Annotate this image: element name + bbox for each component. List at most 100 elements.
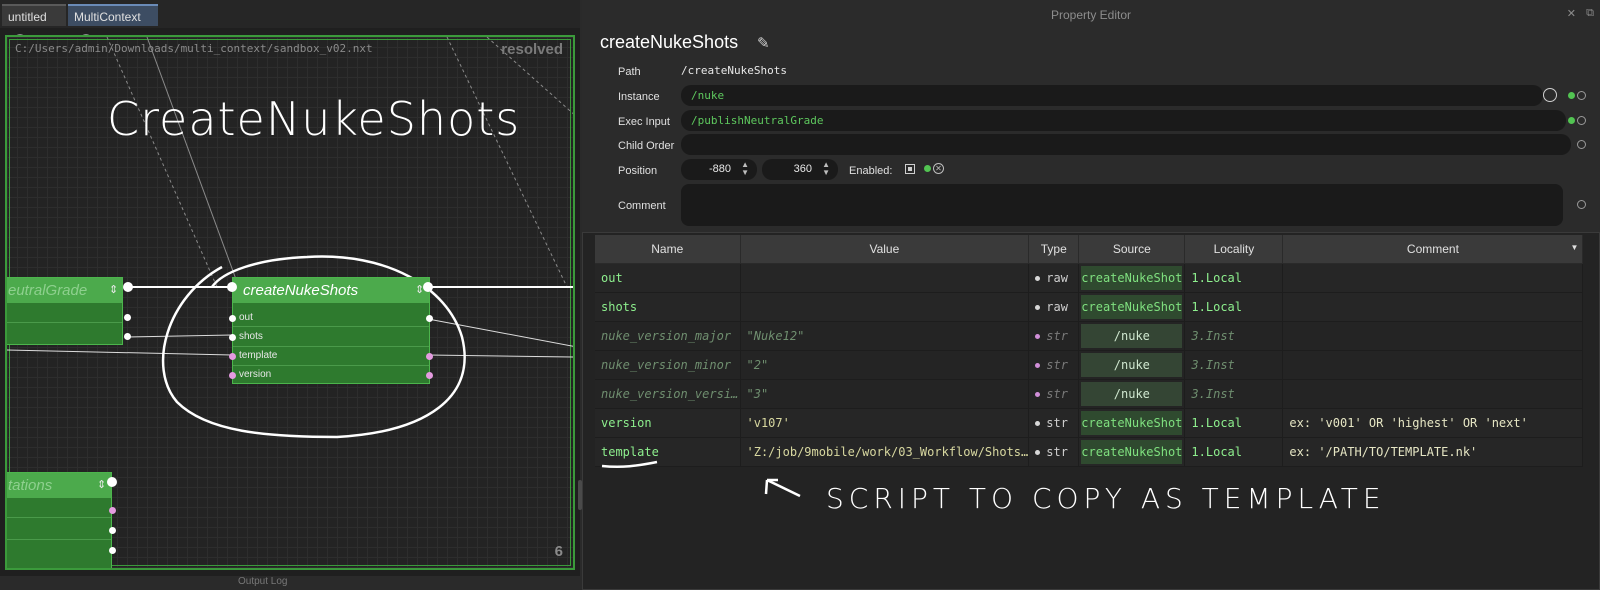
cell-type[interactable]: str [1028,350,1080,380]
instance-revert-icon[interactable] [1577,91,1586,100]
exec-out-port[interactable] [107,477,117,487]
table-row[interactable]: nuke_version_versi… "3" str/nuke 3.Inst [595,379,1584,409]
comment-revert-icon[interactable] [1577,200,1586,209]
cell-comment[interactable] [1282,350,1584,380]
output-log-strip[interactable]: Output Log [0,576,580,590]
column-header-comment[interactable]: Comment ▼ [1282,235,1584,264]
attr-in-port[interactable] [229,315,236,322]
attr-out-port[interactable] [426,372,433,379]
cell-locality[interactable]: 3.Inst [1184,321,1284,351]
instance-field[interactable]: /nuke [681,85,1543,106]
child-order-revert-icon[interactable] [1577,140,1586,149]
column-header-type[interactable]: Type [1028,235,1080,264]
column-header-locality[interactable]: Locality [1184,235,1284,264]
attr-out-port[interactable] [426,315,433,322]
tab-untitled[interactable]: untitled✕ [2,4,66,46]
attr-out-port[interactable] [426,353,433,360]
cell-value[interactable] [740,292,1030,322]
attr-out-port[interactable] [109,547,116,554]
node-neutral-grade[interactable]: eutralGrade ⇕ [7,277,123,345]
edit-name-icon[interactable]: ✎ [757,34,770,52]
attr-out-port[interactable] [109,507,116,514]
table-row[interactable]: shots raw createNukeShot 1.Local [595,292,1584,322]
spin-arrows-icon[interactable]: ▲ ▼ [822,161,830,177]
node-info-icon[interactable]: ⇕ [97,478,106,491]
attr-in-port[interactable] [229,353,236,360]
cell-source[interactable]: createNukeShot [1078,437,1186,467]
cell-value[interactable] [740,263,1030,293]
node-graph-canvas[interactable]: C:/Users/admin/Downloads/multi_context/s… [5,35,575,570]
cell-name[interactable]: nuke_version_major [595,321,741,351]
cell-name[interactable]: nuke_version_versi… [595,379,741,409]
table-row[interactable]: out raw createNukeShot 1.Local [595,263,1584,293]
cell-value[interactable]: "3" [740,379,1030,409]
target-picker-icon[interactable] [1543,88,1557,102]
cell-comment[interactable] [1282,321,1584,351]
enabled-checkbox[interactable] [905,164,915,174]
table-row[interactable]: nuke_version_minor "2" str/nuke 3.Inst [595,350,1584,380]
cell-source[interactable]: createNukeShot [1078,408,1186,438]
undock-icon[interactable]: ⧉ [1586,7,1594,20]
cell-locality[interactable]: 1.Local [1184,408,1284,438]
exec-out-port[interactable] [123,282,133,292]
column-menu-icon[interactable]: ▼ [1571,243,1579,252]
cell-locality[interactable]: 1.Local [1184,263,1284,293]
attr-out-port[interactable] [109,527,116,534]
column-header-value[interactable]: Value [740,235,1030,264]
cell-name[interactable]: template [595,437,741,467]
cell-value[interactable]: "Nuke12" [740,321,1030,351]
column-header-source[interactable]: Source [1078,235,1186,264]
position-x-spinbox[interactable]: -880 ▲ ▼ [681,159,757,180]
cell-name[interactable]: shots [595,292,741,322]
exec-input-revert-icon[interactable] [1577,116,1586,125]
cell-value[interactable]: 'v107' [740,408,1030,438]
node-info-icon[interactable]: ⇕ [109,283,118,296]
close-panel-icon[interactable]: ✕ [1567,7,1576,20]
cell-source[interactable]: createNukeShot [1078,263,1186,293]
cell-source[interactable]: /nuke [1078,350,1186,380]
cell-value[interactable]: "2" [740,350,1030,380]
exec-out-port[interactable] [423,282,433,292]
attr-out: out [239,312,253,323]
cell-type[interactable]: str [1028,408,1080,438]
node-rotations[interactable]: tations ⇕ [7,472,112,568]
cell-type[interactable]: raw [1028,263,1080,293]
comment-textarea[interactable] [681,184,1563,226]
cell-value[interactable]: 'Z:/job/9mobile/work/03_Workflow/Shots… [740,437,1030,467]
cell-comment[interactable] [1282,379,1584,409]
cell-comment[interactable] [1282,292,1584,322]
node-create-nuke-shots[interactable]: createNukeShots ⇕ out shots template ver… [232,277,430,384]
attr-out-port[interactable] [124,333,131,340]
attr-in-port[interactable] [229,372,236,379]
attr-out-port[interactable] [124,314,131,321]
tab-multicontext[interactable]: MultiContext✕ [68,4,158,46]
cell-source[interactable]: createNukeShot [1078,292,1186,322]
table-row[interactable]: template 'Z:/job/9mobile/work/03_Workflow… [595,437,1584,467]
cell-comment[interactable]: ex: 'v001' OR 'highest' OR 'next' [1282,408,1584,438]
cell-locality[interactable]: 1.Local [1184,292,1284,322]
cell-locality[interactable]: 3.Inst [1184,379,1284,409]
cell-name[interactable]: out [595,263,741,293]
cell-comment[interactable] [1282,263,1584,293]
enabled-revert-icon[interactable]: ✕ [933,163,944,174]
spin-arrows-icon[interactable]: ▲ ▼ [741,161,749,177]
cell-comment[interactable]: ex: '/PATH/TO/TEMPLATE.nk' [1282,437,1584,467]
exec-in-port[interactable] [227,282,237,292]
cell-locality[interactable]: 1.Local [1184,437,1284,467]
cell-type[interactable]: str [1028,321,1080,351]
exec-input-field[interactable]: /publishNeutralGrade [681,110,1566,131]
cell-type[interactable]: str [1028,379,1080,409]
attr-in-port[interactable] [229,334,236,341]
cell-source[interactable]: /nuke [1078,321,1186,351]
table-row[interactable]: version'v107' str createNukeShot 1.Local ex:… [595,408,1584,438]
position-y-spinbox[interactable]: 360 ▲ ▼ [762,159,838,180]
cell-name[interactable]: version [595,408,741,438]
cell-source[interactable]: /nuke [1078,379,1186,409]
cell-name[interactable]: nuke_version_minor [595,350,741,380]
child-order-field[interactable] [681,134,1571,155]
cell-locality[interactable]: 3.Inst [1184,350,1284,380]
table-row[interactable]: nuke_version_major "Nuke12" str/nuke 3.Inst [595,321,1584,351]
column-header-name[interactable]: Name [595,235,741,264]
cell-type[interactable]: raw [1028,292,1080,322]
cell-type[interactable]: str [1028,437,1080,467]
